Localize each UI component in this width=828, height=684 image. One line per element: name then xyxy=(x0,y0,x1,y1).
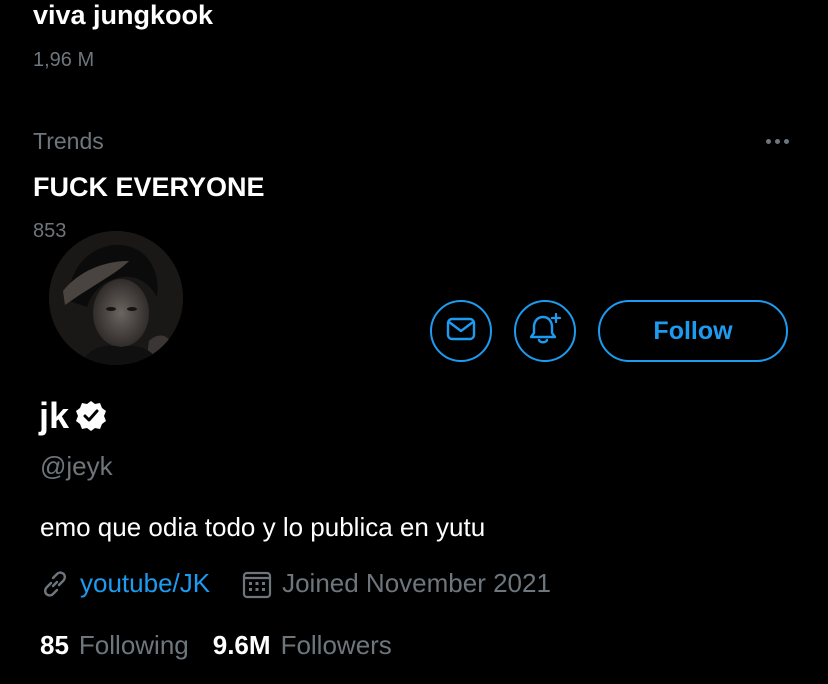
followers-label: Followers xyxy=(280,630,392,660)
mail-icon xyxy=(446,317,476,346)
following-label: Following xyxy=(78,630,189,660)
trend-title-1[interactable]: viva jungkook xyxy=(33,0,213,31)
more-dots-icon[interactable] xyxy=(766,139,789,144)
profile-bio: emo que odia todo y lo publica en yutu xyxy=(40,512,486,542)
trend-count-2: 853 xyxy=(33,220,67,242)
website-link[interactable]: youtube/JK xyxy=(80,568,210,599)
bell-plus-icon xyxy=(528,312,562,350)
profile-stats: 85 Following 9.6M Followers xyxy=(40,630,392,661)
followers-link[interactable]: 9.6M Followers xyxy=(213,630,392,661)
link-icon xyxy=(40,569,70,599)
joined-date: Joined November 2021 xyxy=(282,568,551,598)
profile-meta: youtube/JK Joined November 2021 xyxy=(40,568,551,599)
calendar-icon xyxy=(242,569,272,599)
verified-badge-icon xyxy=(75,400,107,432)
profile-handle: @jeyk xyxy=(40,451,113,481)
message-button[interactable] xyxy=(430,300,492,362)
profile-name: jk xyxy=(39,395,107,437)
trend-count-1: 1,96 M xyxy=(33,49,95,71)
trend-title-2[interactable]: FUCK EVERYONE xyxy=(33,172,265,203)
followers-count: 9.6M xyxy=(212,630,271,660)
follow-button[interactable]: Follow xyxy=(598,300,788,362)
trend-category: Trends xyxy=(33,128,104,154)
notify-button[interactable] xyxy=(514,300,576,362)
avatar[interactable] xyxy=(49,231,183,365)
following-count: 85 xyxy=(40,630,69,660)
display-name: jk xyxy=(39,395,70,436)
following-link[interactable]: 85 Following xyxy=(40,630,189,661)
